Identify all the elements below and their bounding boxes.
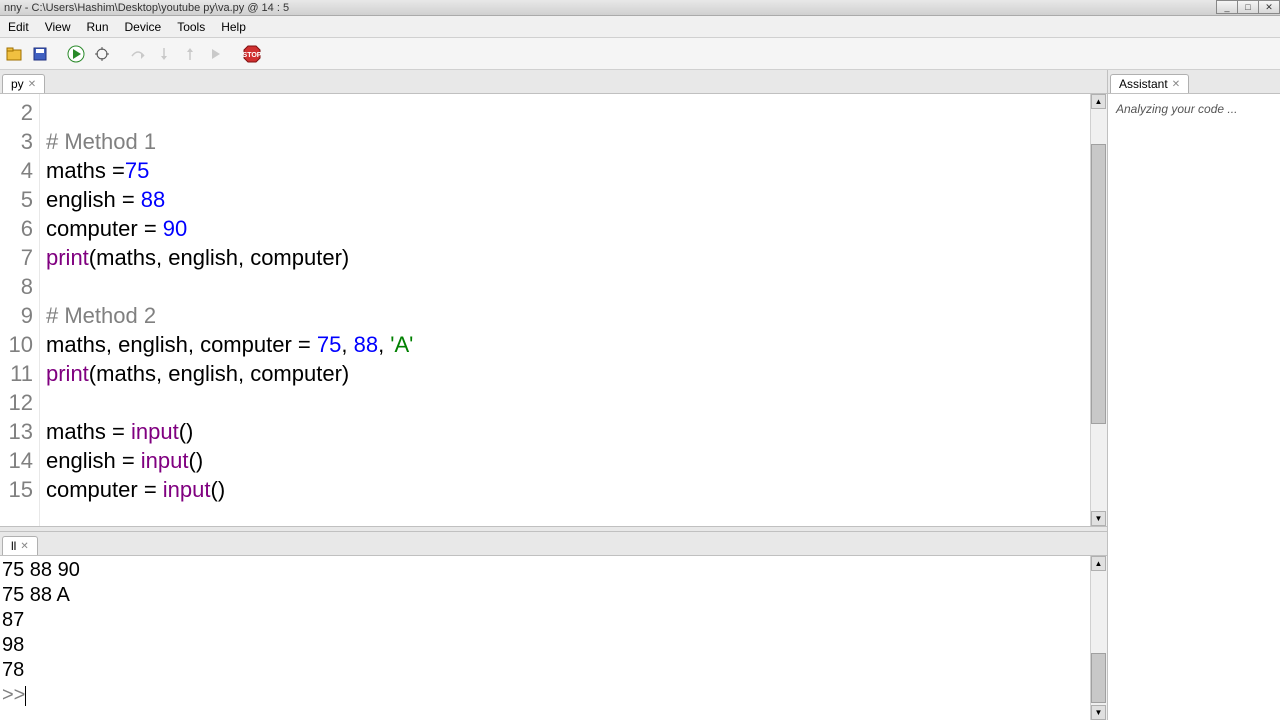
tab-shell[interactable]: ll ✕ — [2, 536, 38, 555]
shell-scrollbar[interactable]: ▲ ▼ — [1090, 556, 1107, 720]
close-icon[interactable]: ✕ — [20, 541, 28, 552]
step-out-icon[interactable] — [180, 44, 200, 64]
editor-scrollbar[interactable]: ▲ ▼ — [1090, 94, 1107, 526]
debug-icon[interactable] — [92, 44, 112, 64]
title-bar: nny - C:\Users\Hashim\Desktop\youtube py… — [0, 0, 1280, 16]
scroll-up-button[interactable]: ▲ — [1091, 94, 1106, 109]
editor-tab-strip: py ✕ — [0, 70, 1107, 94]
close-icon[interactable]: ✕ — [1172, 79, 1180, 90]
window-controls: _ □ ✕ — [1217, 0, 1280, 14]
menu-run[interactable]: Run — [78, 18, 116, 36]
tab-file-label: py — [11, 77, 24, 91]
window-title: nny - C:\Users\Hashim\Desktop\youtube py… — [4, 2, 289, 14]
close-icon[interactable]: ✕ — [28, 79, 36, 90]
scroll-down-button[interactable]: ▼ — [1091, 705, 1106, 720]
maximize-button[interactable]: □ — [1237, 0, 1259, 14]
minimize-button[interactable]: _ — [1216, 0, 1238, 14]
scroll-thumb[interactable] — [1091, 144, 1106, 424]
svg-text:STOP: STOP — [243, 52, 261, 59]
assistant-tab-strip: Assistant ✕ — [1108, 70, 1280, 94]
menu-bar: Edit View Run Device Tools Help — [0, 16, 1280, 38]
menu-tools[interactable]: Tools — [169, 18, 213, 36]
shell-output[interactable]: 75 88 9075 88 A879878>> — [0, 556, 1090, 720]
close-button[interactable]: ✕ — [1258, 0, 1280, 14]
code-editor[interactable]: 23456789101112131415 # Method 1maths =75… — [0, 94, 1107, 526]
tab-shell-label: ll — [11, 539, 16, 553]
scroll-thumb[interactable] — [1091, 653, 1106, 703]
menu-edit[interactable]: Edit — [0, 18, 37, 36]
open-icon[interactable] — [4, 44, 24, 64]
scroll-up-button[interactable]: ▲ — [1091, 556, 1106, 571]
step-in-icon[interactable] — [154, 44, 174, 64]
tab-assistant[interactable]: Assistant ✕ — [1110, 74, 1189, 93]
menu-device[interactable]: Device — [117, 18, 170, 36]
tab-file[interactable]: py ✕ — [2, 74, 45, 93]
step-over-icon[interactable] — [128, 44, 148, 64]
toolbar: STOP — [0, 38, 1280, 70]
menu-view[interactable]: View — [37, 18, 79, 36]
menu-help[interactable]: Help — [213, 18, 254, 36]
resume-icon[interactable] — [206, 44, 226, 64]
stop-icon[interactable]: STOP — [242, 44, 262, 64]
code-area[interactable]: # Method 1maths =75english = 88computer … — [40, 94, 1090, 526]
tab-assistant-label: Assistant — [1119, 77, 1168, 91]
shell-tab-strip: ll ✕ — [0, 532, 1107, 556]
assistant-status: Analyzing your code ... — [1116, 102, 1237, 116]
run-icon[interactable] — [66, 44, 86, 64]
line-gutter: 23456789101112131415 — [0, 94, 40, 526]
scroll-down-button[interactable]: ▼ — [1091, 511, 1106, 526]
shell[interactable]: 75 88 9075 88 A879878>> ▲ ▼ — [0, 556, 1107, 720]
assistant-panel: Analyzing your code ... — [1108, 94, 1280, 720]
save-icon[interactable] — [30, 44, 50, 64]
